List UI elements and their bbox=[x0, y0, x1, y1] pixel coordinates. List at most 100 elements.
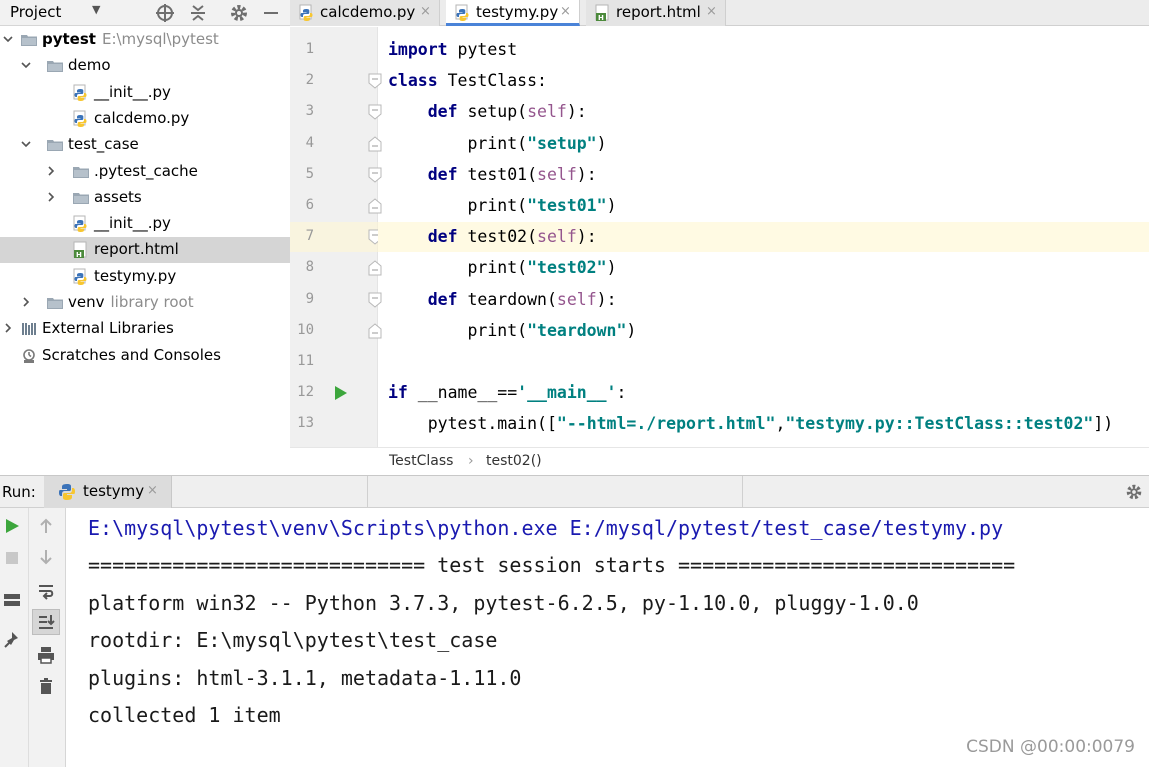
tab-close-button[interactable]: × bbox=[560, 4, 571, 19]
tree-item[interactable]: test_case bbox=[0, 132, 290, 158]
code-token: , bbox=[775, 414, 786, 434]
line-number: 5 bbox=[305, 165, 314, 182]
code-token: def bbox=[427, 227, 458, 247]
tree-item-name: test_case bbox=[68, 135, 139, 154]
tree-item-name: report.html bbox=[94, 240, 179, 259]
tree-item[interactable]: Hreport.html bbox=[0, 237, 290, 264]
tree-item[interactable]: pytest E:\mysql\pytest bbox=[0, 27, 290, 53]
editor-tab[interactable]: Hreport.html × bbox=[586, 0, 726, 26]
code-line[interactable]: print("test02") bbox=[378, 253, 1149, 283]
python-file-icon bbox=[73, 84, 87, 101]
tree-item[interactable]: Scratches and Consoles bbox=[0, 343, 290, 369]
code-line[interactable]: if __name__=='__main__': bbox=[378, 378, 1149, 408]
chevron-down-icon[interactable] bbox=[20, 137, 32, 151]
run-label: Run: bbox=[2, 483, 36, 501]
stop-icon[interactable] bbox=[2, 548, 22, 568]
tree-item[interactable]: venv library root bbox=[0, 290, 290, 316]
editor-tab-label: report.html bbox=[616, 3, 701, 21]
breadcrumb-item-method[interactable]: test02() bbox=[486, 453, 542, 469]
console-line: collected 1 item bbox=[88, 703, 281, 727]
scroll-to-end-icon[interactable] bbox=[36, 612, 56, 632]
editor-tab[interactable]: testymy.py × bbox=[446, 0, 580, 26]
code-line[interactable]: def test02(self): bbox=[378, 222, 1149, 253]
arrow-up-icon[interactable] bbox=[36, 516, 56, 536]
tree-item-name: .pytest_cache bbox=[94, 161, 198, 180]
tree-item[interactable]: __init__.py bbox=[0, 80, 290, 106]
code-token: "setup" bbox=[527, 133, 597, 153]
tree-item[interactable]: calcdemo.py bbox=[0, 106, 290, 132]
trash-icon[interactable] bbox=[36, 676, 56, 696]
tree-item[interactable]: __init__.py bbox=[0, 211, 290, 237]
code-token: ) bbox=[596, 133, 607, 153]
tree-item-label: __init__.py bbox=[94, 214, 171, 232]
console-line: platform win32 -- Python 3.7.3, pytest-6… bbox=[88, 590, 919, 615]
chevron-down-icon[interactable] bbox=[20, 58, 32, 72]
chevron-right-icon[interactable] bbox=[20, 295, 32, 309]
project-panel-title[interactable]: Project bbox=[10, 3, 61, 21]
tree-item-label: assets bbox=[94, 188, 142, 206]
pin-icon[interactable] bbox=[2, 630, 22, 650]
locate-icon[interactable] bbox=[154, 2, 176, 24]
editor-tab-label: testymy.py bbox=[476, 3, 559, 21]
code-token: print( bbox=[388, 320, 528, 340]
tree-item[interactable]: External Libraries bbox=[0, 316, 290, 342]
arrow-down-icon[interactable] bbox=[36, 547, 56, 567]
code-line[interactable]: def test01(self): bbox=[378, 160, 1149, 190]
print-icon[interactable] bbox=[36, 645, 56, 665]
tab-close-button[interactable]: × bbox=[706, 4, 717, 19]
code-line[interactable]: print("setup") bbox=[378, 129, 1149, 159]
chevron-right-icon[interactable] bbox=[45, 164, 57, 178]
code-line[interactable]: pytest.main(["--html=./report.html","tes… bbox=[378, 409, 1149, 439]
breadcrumb-separator: › bbox=[468, 453, 474, 469]
folder-icon bbox=[47, 140, 63, 152]
chevron-down-icon[interactable] bbox=[2, 32, 14, 46]
tab-close-button[interactable]: × bbox=[420, 4, 431, 19]
tree-item-name: __init__.py bbox=[94, 82, 171, 101]
run-gutter-icon[interactable] bbox=[334, 384, 348, 402]
svg-text:H: H bbox=[76, 251, 82, 259]
rerun-icon[interactable] bbox=[2, 516, 22, 536]
code-token: ) bbox=[606, 258, 617, 278]
gear-icon[interactable] bbox=[228, 2, 250, 24]
tree-item-label: pytest E:\mysql\pytest bbox=[42, 30, 219, 48]
collapse-all-icon[interactable] bbox=[187, 2, 209, 24]
code-line[interactable]: import pytest bbox=[378, 35, 1149, 65]
code-editor[interactable]: 1 2 3 4 5 6 7 8 9 10 11 12 13 import pytest class Tes… bbox=[290, 27, 1149, 447]
console-line: plugins: html-3.1.1, metadata-1.11.0 bbox=[88, 665, 522, 690]
code-token: self bbox=[537, 227, 577, 247]
code-token: self bbox=[527, 102, 567, 122]
code-line[interactable]: class TestClass: bbox=[378, 66, 1149, 96]
tree-item[interactable]: assets bbox=[0, 185, 290, 211]
chevron-down-icon[interactable]: ▼ bbox=[92, 3, 100, 16]
run-tab[interactable]: testymy × bbox=[44, 476, 172, 508]
run-tab-close-button[interactable]: × bbox=[147, 483, 158, 498]
code-line[interactable]: def setup(self): bbox=[378, 97, 1149, 127]
code-line[interactable]: print("test01") bbox=[378, 191, 1149, 221]
tree-item[interactable]: .pytest_cache bbox=[0, 159, 290, 185]
code-line[interactable] bbox=[378, 347, 1149, 377]
code-token: '__main__' bbox=[517, 383, 617, 403]
code-token: ): bbox=[566, 102, 587, 122]
gear-icon[interactable] bbox=[1124, 482, 1144, 502]
layout-icon[interactable] bbox=[2, 590, 22, 610]
breadcrumb-item-class[interactable]: TestClass bbox=[389, 453, 453, 469]
line-number: 6 bbox=[305, 197, 314, 213]
tree-item-name: calcdemo.py bbox=[94, 108, 190, 127]
code-token: ): bbox=[576, 227, 597, 247]
code-line[interactable]: print("teardown") bbox=[378, 316, 1149, 346]
console-output[interactable]: CSDN @00:00:0079 E:\mysql\pytest\venv\Sc… bbox=[66, 508, 1149, 767]
tree-item-name: demo bbox=[68, 56, 111, 75]
folder-icon bbox=[73, 192, 89, 204]
code-token: ): bbox=[596, 289, 617, 309]
ide-window: Project ▼ pytest E:\mysql\pytest demo __ini… bbox=[0, 0, 1149, 767]
editor-tab[interactable]: calcdemo.py × bbox=[290, 0, 440, 26]
tree-item-label: External Libraries bbox=[42, 319, 174, 337]
minimize-icon[interactable] bbox=[260, 2, 282, 24]
soft-wrap-icon[interactable] bbox=[36, 581, 56, 601]
chevron-right-icon[interactable] bbox=[2, 321, 14, 335]
chevron-right-icon[interactable] bbox=[45, 190, 57, 204]
tree-item[interactable]: demo bbox=[0, 53, 290, 79]
code-token: if bbox=[388, 383, 408, 403]
code-line[interactable]: def teardown(self): bbox=[378, 285, 1149, 315]
tree-item[interactable]: testymy.py bbox=[0, 264, 290, 290]
